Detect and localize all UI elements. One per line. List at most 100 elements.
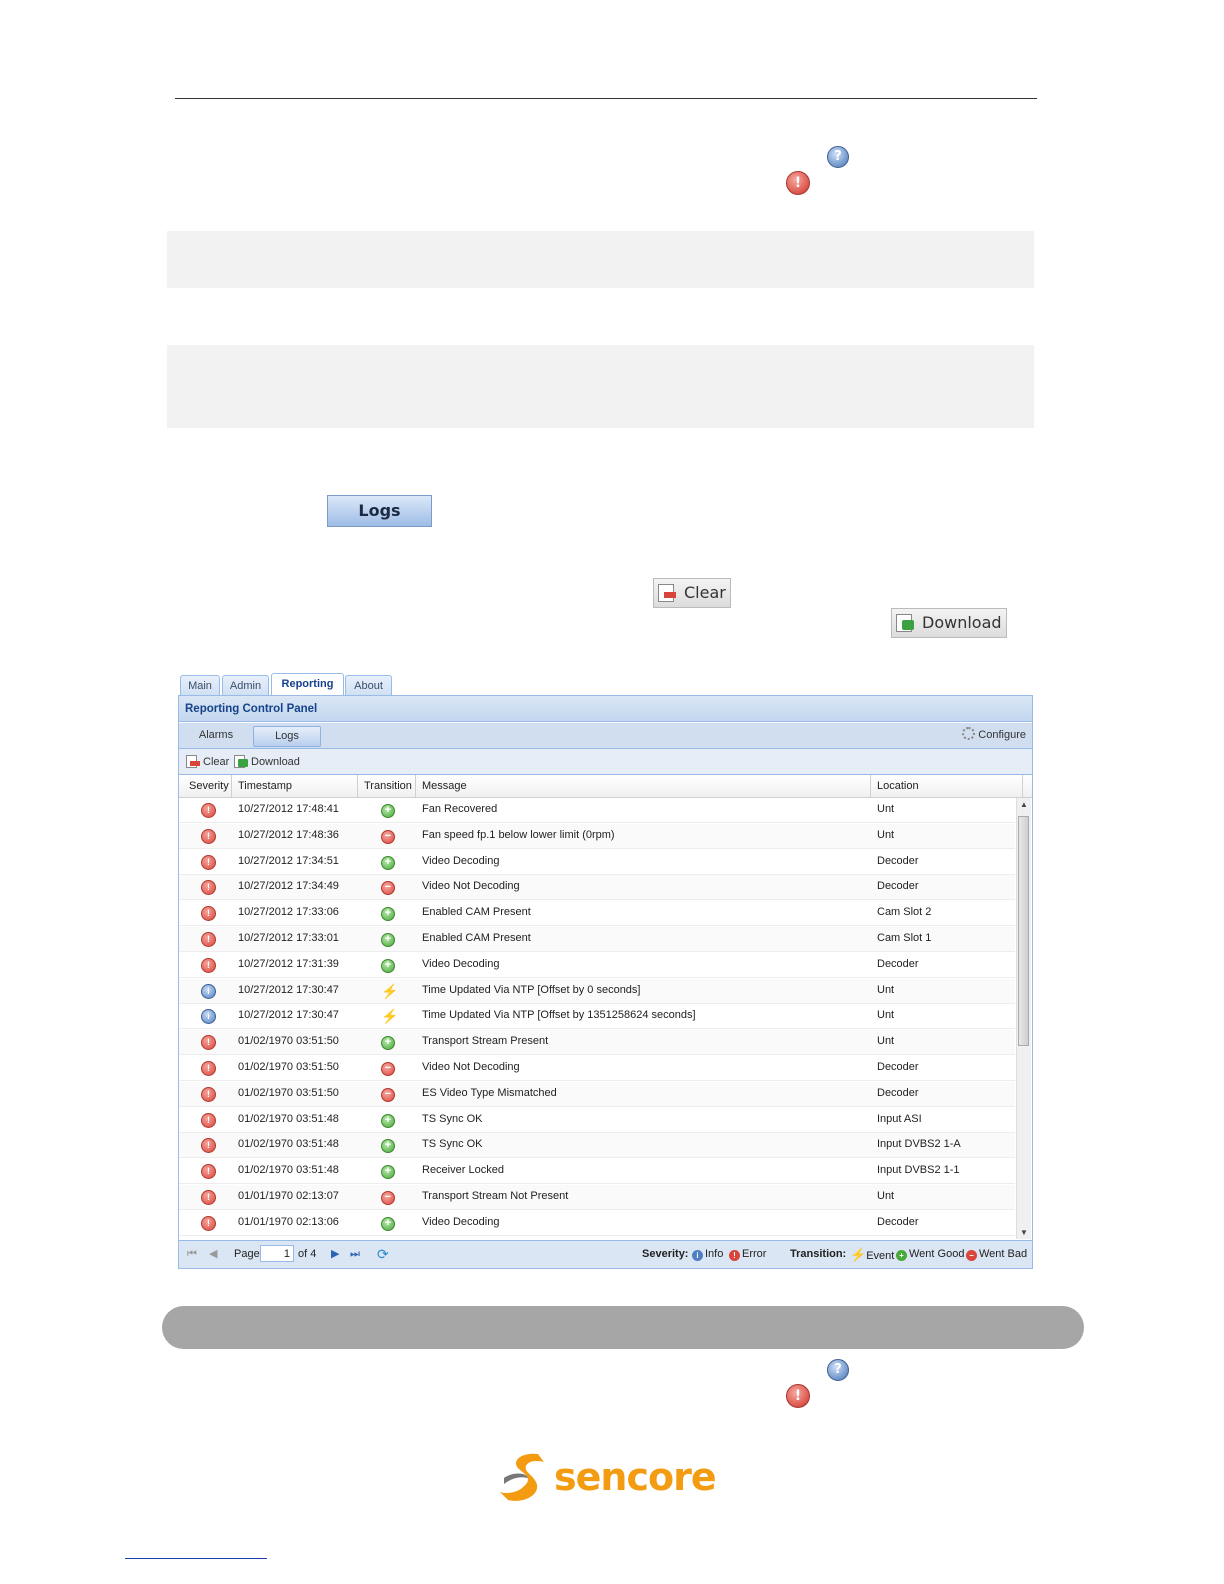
row-timestamp: 01/01/1970 02:13:06 xyxy=(238,1215,339,1228)
row-message: Receiver Locked xyxy=(422,1164,504,1177)
help-icon[interactable]: ? xyxy=(827,1359,849,1381)
table-row[interactable]: ! 10/27/2012 17:33:06 + Enabled CAM Present… xyxy=(179,901,1015,927)
log-rows: ! 10/27/2012 17:48:41 + Fan Recovered Unt! 10… xyxy=(179,798,1015,1239)
error-icon: ! xyxy=(201,1215,216,1231)
went-good-icon: + xyxy=(381,804,395,818)
page-input[interactable]: 1 xyxy=(260,1245,294,1262)
row-message: Time Updated Via NTP [Offset by 0 second… xyxy=(422,983,641,996)
error-icon: ! xyxy=(201,803,216,818)
sencore-logo: sencore. xyxy=(498,1448,730,1504)
row-timestamp: 10/27/2012 17:33:06 xyxy=(238,906,339,919)
legend-event-label: Event xyxy=(866,1250,895,1262)
scroll-down-icon[interactable]: ▼ xyxy=(1020,1228,1028,1237)
legend-bad-label: Went Bad xyxy=(979,1248,1028,1260)
table-row[interactable]: ! 10/27/2012 17:34:49 − Video Not Decoding D… xyxy=(179,875,1015,901)
table-row[interactable]: ! 10/27/2012 17:34:51 + Video Decoding Decod… xyxy=(179,850,1015,875)
table-row[interactable]: ! 01/02/1970 03:51:48 + TS Sync OK Input DVB… xyxy=(179,1133,1015,1159)
configure-button[interactable]: Configure xyxy=(962,726,1026,745)
grid-scrollbar[interactable]: ▲ ▼ xyxy=(1016,798,1031,1239)
prev-page-icon[interactable]: ◀ xyxy=(209,1241,217,1268)
table-row[interactable]: ! 10/27/2012 17:48:36 − Fan speed fp.1 belo… xyxy=(179,823,1015,849)
went-bad-icon: − xyxy=(381,1087,395,1102)
went-good-icon: + xyxy=(381,958,395,973)
grid-header: Severity Timestamp Transition Message Lo… xyxy=(179,775,1032,798)
error-icon: ! xyxy=(201,1061,216,1076)
tab-about[interactable]: About xyxy=(345,675,392,696)
went-good-icon: + xyxy=(381,907,395,922)
table-row[interactable]: i 10/27/2012 17:30:47 ⚡ Time Updated Via NT… xyxy=(179,978,1015,1004)
refresh-icon[interactable]: ⟳ xyxy=(377,1241,389,1268)
row-timestamp: 01/02/1970 03:51:48 xyxy=(238,1112,339,1125)
legend-bad: − Went Bad xyxy=(966,1241,1027,1268)
download-button-label: Download xyxy=(922,613,1002,632)
legend-error: ! Error xyxy=(729,1241,766,1268)
table-row[interactable]: ! 01/02/1970 03:51:50 − Video Not Decoding D… xyxy=(179,1056,1015,1081)
tab-reporting[interactable]: Reporting xyxy=(271,673,344,696)
section-band xyxy=(162,1306,1084,1349)
note-block-2 xyxy=(167,345,1034,428)
page-label: Page xyxy=(234,1248,260,1260)
info-icon: i xyxy=(201,1009,216,1025)
row-location: Decoder xyxy=(877,1215,919,1228)
table-row[interactable]: ! 01/02/1970 03:51:48 + Receiver Locked Inpu… xyxy=(179,1159,1015,1185)
row-location: Unt xyxy=(877,828,895,841)
col-message[interactable]: Message xyxy=(416,775,871,797)
footer-link[interactable] xyxy=(125,1558,267,1559)
col-timestamp[interactable]: Timestamp xyxy=(232,775,358,797)
col-location[interactable]: Location xyxy=(871,775,1023,797)
row-message: Video Not Decoding xyxy=(422,1061,520,1073)
next-page-icon[interactable]: ▶ xyxy=(331,1241,339,1268)
row-timestamp: 01/02/1970 03:51:50 xyxy=(238,1061,339,1073)
row-timestamp: 10/27/2012 17:34:51 xyxy=(238,854,339,867)
table-row[interactable]: ! 01/02/1970 03:51:48 + TS Sync OK Input ASI xyxy=(179,1108,1015,1133)
clear-button[interactable]: Clear xyxy=(653,578,731,608)
table-row[interactable]: ! 01/02/1970 03:51:50 − ES Video Type Misma… xyxy=(179,1081,1015,1107)
row-location: Input DVBS2 1-1 xyxy=(877,1164,960,1177)
toolbar-download-button[interactable]: Download xyxy=(234,754,300,770)
legend-event: ⚡Event xyxy=(850,1241,894,1268)
toolbar-clear-button[interactable]: Clear xyxy=(186,754,229,770)
help-icon[interactable]: ? xyxy=(827,146,849,168)
error-icon: ! xyxy=(201,1112,216,1128)
scroll-up-icon[interactable]: ▲ xyxy=(1020,800,1028,809)
last-page-icon[interactable]: ⏭ xyxy=(350,1241,360,1268)
legend-severity-label: Severity: xyxy=(642,1248,689,1260)
row-location: Unt xyxy=(877,1035,895,1048)
table-row[interactable]: ! 10/27/2012 17:33:01 + Enabled CAM Present… xyxy=(179,927,1015,952)
logs-tab-button[interactable]: Logs xyxy=(327,495,432,527)
logo-wordmark: sencore. xyxy=(554,1455,718,1499)
went-bad-icon: − xyxy=(381,881,395,896)
table-row[interactable]: ! 01/01/1970 02:13:07 − Transport Stream No… xyxy=(179,1185,1015,1210)
alarm-error-icon[interactable]: ! xyxy=(786,1384,810,1408)
tab-main[interactable]: Main xyxy=(180,675,220,696)
table-row[interactable]: ! 01/02/1970 03:51:50 + Transport Stream Pr… xyxy=(179,1030,1015,1056)
went-bad-icon: − xyxy=(966,1250,977,1261)
gear-icon xyxy=(962,727,976,740)
subtab-logs[interactable]: Logs xyxy=(253,726,321,747)
scroll-thumb[interactable] xyxy=(1018,816,1029,1046)
download-button[interactable]: Download xyxy=(891,608,1007,638)
log-toolbar: Clear Download xyxy=(179,749,1032,775)
row-message: TS Sync OK xyxy=(422,1138,483,1151)
toolbar-clear-label: Clear xyxy=(203,756,230,768)
table-row[interactable]: ! 10/27/2012 17:48:41 + Fan Recovered Unt xyxy=(179,798,1015,823)
reporting-panel-screenshot: Main Admin Reporting About Reporting Con… xyxy=(178,673,1033,1269)
error-icon: ! xyxy=(201,1138,216,1154)
table-row[interactable]: ! 10/27/2012 17:31:39 + Video Decoding Decod… xyxy=(179,953,1015,978)
error-icon: ! xyxy=(201,1164,216,1180)
event-icon: ⚡ xyxy=(850,1247,867,1262)
alarm-error-icon[interactable]: ! xyxy=(786,171,810,195)
tab-admin[interactable]: Admin xyxy=(222,675,269,696)
table-row[interactable]: i 10/27/2012 17:30:47 ⚡ Time Updated Via NT… xyxy=(179,1004,1015,1030)
first-page-icon[interactable]: ⏮ xyxy=(187,1241,197,1268)
went-bad-icon: − xyxy=(381,1062,395,1076)
col-severity[interactable]: Severity xyxy=(183,775,232,797)
col-transition[interactable]: Transition xyxy=(358,775,416,797)
subtab-alarms[interactable]: Alarms xyxy=(191,726,241,745)
table-row[interactable]: ! 01/01/1970 02:13:06 + Video Decoding Decod… xyxy=(179,1211,1015,1236)
went-good-icon: + xyxy=(381,1113,395,1128)
row-location: Unt xyxy=(877,1009,895,1022)
download-icon xyxy=(896,614,914,632)
row-message: Transport Stream Present xyxy=(422,1035,549,1048)
error-icon: ! xyxy=(201,932,216,947)
